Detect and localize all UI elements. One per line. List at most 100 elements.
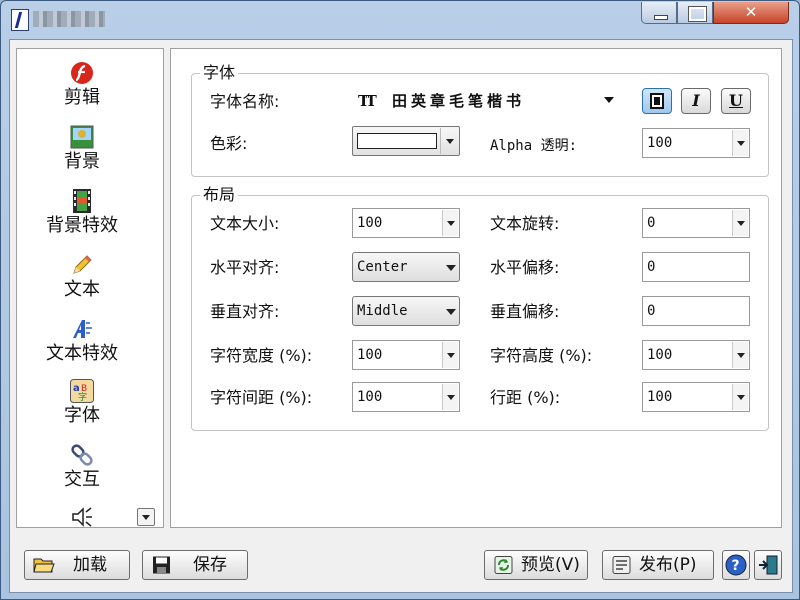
chevron-down-icon	[442, 384, 458, 410]
preview-button[interactable]: 预览(V)	[484, 550, 588, 580]
chevron-down-icon	[442, 210, 458, 236]
sidebar-item-label: 背景	[64, 151, 100, 172]
svg-text:?: ?	[732, 558, 740, 574]
h-align-value: Center	[357, 259, 408, 275]
char-width-select[interactable]: 100	[352, 340, 460, 370]
chevron-down-icon	[732, 342, 748, 368]
chevron-down-icon	[442, 298, 458, 324]
chevron-down-icon	[442, 254, 458, 280]
chevron-down-icon	[732, 130, 748, 156]
sidebar-item-label: 剪辑	[64, 87, 100, 108]
sidebar-item-label: 背景特效	[46, 215, 118, 236]
char-height-select[interactable]: 100	[642, 340, 750, 370]
sidebar-item-interaction[interactable]: 交互	[17, 443, 147, 491]
text-effect-a-icon	[73, 320, 92, 338]
sidebar-item-text-effects[interactable]: 文本特效	[17, 317, 147, 365]
bold-icon	[650, 93, 664, 109]
underline-button[interactable]: U	[721, 88, 751, 114]
sidebar-item-background-effects[interactable]: 背景特效	[17, 189, 147, 237]
v-align-value: Middle	[357, 303, 408, 319]
text-size-label: 文本大小:	[210, 214, 280, 233]
sidebar-item-background[interactable]: 背景	[17, 125, 147, 173]
client-area: 剪辑 背景 背景特效 文本 文本特效 a B 字 字体 交互 字体 字体名称: …	[9, 39, 793, 593]
font-group-title: 字体	[200, 64, 239, 82]
font-group: 字体 字体名称: TT 田英章毛笔楷书 I U 色彩: Alpha 透明: 10…	[191, 64, 769, 177]
h-offset-value: 0	[647, 259, 656, 275]
text-size-value: 100	[357, 215, 383, 231]
exit-button[interactable]	[754, 550, 782, 580]
line-spacing-value: 100	[647, 389, 673, 405]
line-spacing-select[interactable]: 100	[642, 382, 750, 412]
sidebar-item-clip[interactable]: 剪辑	[17, 61, 147, 109]
help-button[interactable]: ?	[722, 550, 750, 580]
sidebar-item-label: 文本	[64, 279, 100, 300]
minimize-button[interactable]	[641, 2, 677, 24]
char-spacing-label: 字符间距 (%):	[210, 388, 313, 407]
sidebar-item-sound[interactable]	[17, 505, 147, 527]
chevron-down-icon	[732, 384, 748, 410]
alpha-label: Alpha 透明:	[490, 138, 578, 154]
publish-button-label: 发布(P)	[639, 555, 697, 575]
layout-group: 布局 文本大小: 100 文本旋转: 0 水平对齐: Center 水平偏移:	[191, 186, 769, 431]
properties-panel: 字体 字体名称: TT 田英章毛笔楷书 I U 色彩: Alpha 透明: 10…	[170, 48, 782, 528]
v-offset-value: 0	[647, 303, 656, 319]
maximize-button[interactable]	[677, 2, 713, 24]
folder-open-icon	[33, 558, 55, 573]
close-icon: ✕	[744, 3, 758, 21]
sidebar-item-label: 交互	[64, 469, 100, 490]
sidebar-item-label: 文本特效	[46, 343, 118, 364]
char-spacing-value: 100	[357, 389, 383, 405]
alpha-value: 100	[647, 135, 673, 151]
svg-text:字: 字	[78, 391, 87, 403]
v-align-select[interactable]: Middle	[352, 296, 460, 326]
title-bar[interactable]: ✕	[1, 1, 799, 37]
line-spacing-label: 行距 (%):	[490, 388, 561, 407]
bold-button[interactable]	[642, 88, 672, 114]
window-title-blurred	[33, 11, 105, 27]
sidebar-item-text[interactable]: 文本	[17, 253, 147, 301]
h-align-select[interactable]: Center	[352, 252, 460, 282]
publish-button[interactable]: 发布(P)	[602, 550, 714, 580]
font-name-select[interactable]: TT 田英章毛笔楷书	[350, 84, 618, 116]
v-align-label: 垂直对齐:	[210, 302, 280, 321]
load-button-label: 加载	[73, 555, 107, 575]
sidebar-item-font[interactable]: a B 字 字体	[17, 379, 147, 427]
italic-icon: I	[692, 91, 700, 110]
chevron-down-icon	[604, 97, 614, 103]
h-align-label: 水平对齐:	[210, 258, 280, 277]
v-offset-input[interactable]: 0	[642, 296, 750, 326]
color-label: 色彩:	[210, 134, 248, 153]
flash-icon	[71, 62, 93, 84]
link-chain-icon	[71, 444, 93, 466]
floppy-disk-icon	[153, 556, 170, 574]
v-offset-label: 垂直偏移:	[490, 302, 560, 321]
font-ab-icon: a B 字	[70, 379, 94, 403]
char-width-label: 字符宽度 (%):	[210, 346, 313, 365]
text-rotate-label: 文本旋转:	[490, 214, 560, 233]
app-window: ✕ 剪辑 背景 背景特效 文本 文本特效 a B 字 字体 交互 字体 字体名称…	[0, 0, 800, 600]
sidebar-item-label: 字体	[64, 405, 100, 426]
close-button[interactable]: ✕	[713, 2, 789, 24]
save-button[interactable]: 保存	[142, 550, 248, 580]
text-size-select[interactable]: 100	[352, 208, 460, 238]
h-offset-input[interactable]: 0	[642, 252, 750, 282]
color-swatch	[357, 133, 437, 149]
exit-door-icon	[759, 555, 778, 575]
char-spacing-select[interactable]: 100	[352, 382, 460, 412]
alpha-select[interactable]: 100	[642, 128, 750, 158]
char-height-value: 100	[647, 347, 673, 363]
italic-button[interactable]: I	[681, 88, 711, 114]
sidebar-scroll-down-button[interactable]	[137, 508, 155, 526]
char-width-value: 100	[357, 347, 383, 363]
text-rotate-select[interactable]: 0	[642, 208, 750, 238]
pencil-icon	[73, 255, 92, 274]
chevron-down-icon	[440, 128, 458, 154]
truetype-icon: TT	[358, 92, 377, 110]
save-button-label: 保存	[193, 555, 227, 575]
refresh-icon	[494, 556, 513, 574]
color-picker[interactable]	[352, 126, 460, 156]
publish-icon	[612, 556, 631, 574]
chevron-down-icon	[732, 210, 748, 236]
load-button[interactable]: 加载	[24, 550, 130, 580]
font-name-label: 字体名称:	[210, 92, 280, 111]
